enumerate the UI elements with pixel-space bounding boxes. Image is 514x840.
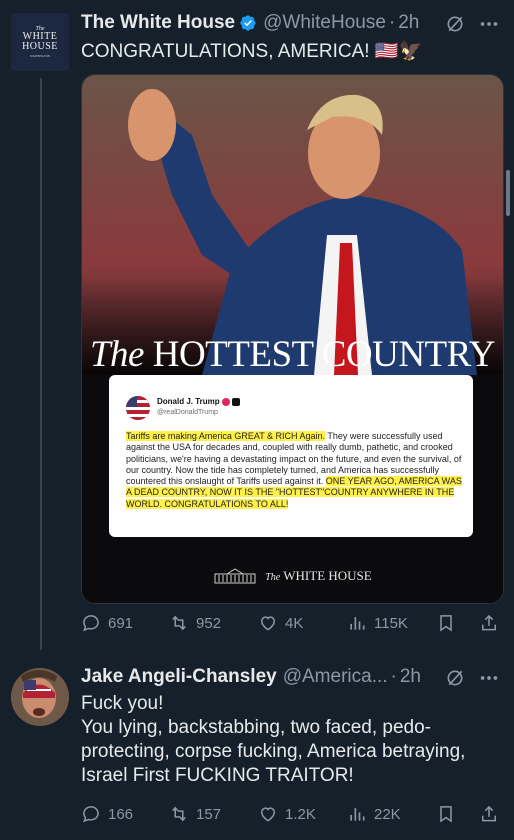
bookmark-icon [440, 806, 452, 823]
separator-2: · [390, 666, 397, 687]
separator: · [388, 12, 396, 33]
share-button[interactable] [479, 613, 499, 633]
tweet-header: The White House @WhiteHouse · 2h [81, 11, 419, 35]
white-house-building-icon [214, 568, 256, 584]
verified-icon [240, 15, 256, 31]
like-button-2[interactable]: 1.2K [258, 804, 316, 824]
bookmark-button[interactable] [436, 613, 456, 633]
user-handle-2[interactable]: @America... [283, 666, 388, 688]
embedded-post-card: Donald J. Trump @realDonaldTrump Tariffs… [109, 375, 473, 537]
tweet-text: CONGRATULATIONS, AMERICA! 🇺🇸🦅 [81, 41, 423, 62]
display-name[interactable]: The White House [81, 12, 235, 34]
views-button[interactable]: 115K [347, 613, 408, 633]
like-icon [260, 807, 276, 822]
views-icon [350, 808, 365, 821]
reply-button-2[interactable]: 166 [81, 804, 133, 824]
repost-button-2[interactable]: 157 [169, 804, 221, 824]
like-count: 4K [285, 614, 304, 632]
reply-count: 691 [108, 614, 134, 632]
tweet-text-2: Fuck you! You lying, backstabbing, two f… [81, 692, 465, 788]
reply-icon [83, 806, 99, 823]
share-icon [482, 805, 496, 822]
repost-icon [172, 615, 186, 631]
grok-icon-2[interactable] [445, 668, 465, 688]
bookmark-button-2[interactable] [436, 804, 456, 824]
bookmark-icon [440, 615, 452, 632]
more-icon-2[interactable] [478, 667, 500, 689]
timestamp[interactable]: 2h [398, 12, 419, 34]
like-count-2: 1.2K [285, 805, 316, 823]
white-house-logo: The WHITE HOUSE [82, 567, 503, 585]
repost-button[interactable]: 952 [169, 613, 221, 633]
card-author-label: Donald J. Trump [157, 397, 220, 406]
thread-connector-line [40, 78, 42, 650]
headline-text: HOTTEST COUNTRY [152, 334, 496, 375]
tweet-line-3: protecting, corpse fucking, America betr… [81, 741, 466, 762]
repost-count-2: 157 [196, 805, 222, 823]
more-icon[interactable] [478, 13, 500, 35]
views-count: 115K [374, 614, 408, 632]
card-body-text: Tariffs are making America GREAT & RICH … [126, 431, 462, 510]
reply-button[interactable]: 691 [81, 613, 133, 633]
tweet-line-1: Fuck you! [81, 693, 164, 714]
card-media-icon [232, 397, 241, 406]
image-headline: The HOTTEST COUNTRY [82, 333, 503, 376]
like-icon [260, 616, 276, 631]
repost-icon [172, 806, 186, 822]
headline-italic: The [89, 334, 145, 375]
trump-avatar [126, 396, 150, 420]
tweet-actions: 691 952 4K 115K [81, 613, 501, 637]
repost-count: 952 [196, 614, 222, 632]
card-highlight-1: Tariffs are making America GREAT & RICH … [126, 431, 326, 441]
footer-italic: The [265, 572, 281, 583]
tweet-header-2: Jake Angeli-Chansley @America... · 2h [81, 665, 421, 689]
tweet-actions-2: 166 157 1.2K 22K [81, 804, 501, 828]
share-button-2[interactable] [479, 804, 499, 824]
jake-avatar[interactable] [11, 668, 69, 726]
tweet-image[interactable]: The HOTTEST COUNTRY Donald J. Trump @rea… [81, 74, 504, 604]
card-author-name: Donald J. Trump [157, 397, 241, 406]
avatar-text-line2: HOUSE [22, 41, 58, 52]
avatar-text-bottom: WASHINGTON [30, 54, 50, 58]
views-button-2[interactable]: 22K [347, 804, 401, 824]
scrollbar-thumb[interactable] [506, 170, 510, 216]
tweet-line-2: You lying, backstabbing, two faced, pedo… [81, 717, 431, 738]
reply-icon [83, 615, 99, 632]
tweet-line-4: Israel First FUCKING TRAITOR! [81, 765, 354, 786]
card-author-handle: @realDonaldTrump [157, 409, 218, 416]
views-icon [350, 617, 365, 630]
share-icon [482, 614, 496, 631]
user-handle[interactable]: @WhiteHouse [263, 12, 386, 34]
timestamp-2[interactable]: 2h [400, 666, 421, 688]
display-name-2[interactable]: Jake Angeli-Chansley [81, 666, 277, 688]
reply-count-2: 166 [108, 805, 134, 823]
card-verified-icon [221, 397, 230, 406]
grok-icon[interactable] [445, 14, 465, 34]
like-button[interactable]: 4K [258, 613, 303, 633]
views-count-2: 22K [374, 805, 401, 823]
white-house-avatar[interactable]: The WHITE HOUSE WASHINGTON [11, 13, 69, 71]
footer-text: WHITE HOUSE [283, 568, 372, 583]
